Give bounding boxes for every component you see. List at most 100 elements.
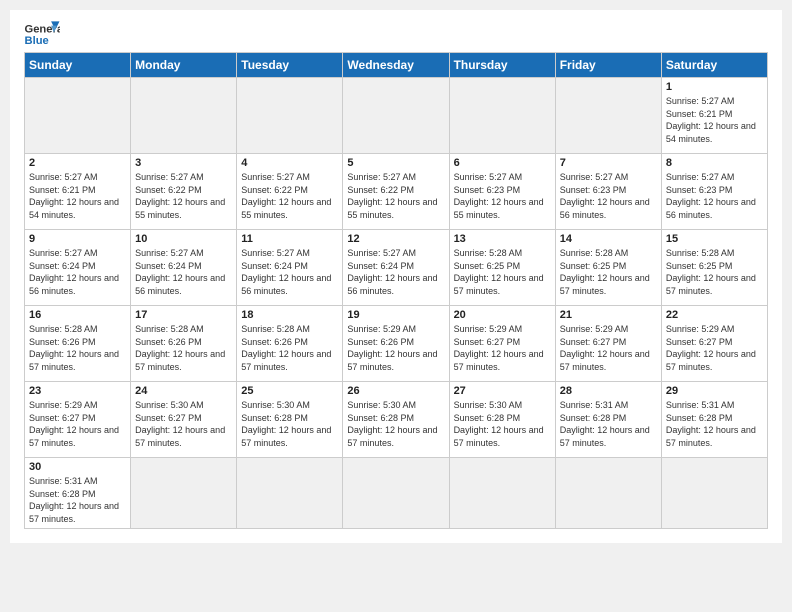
- day-info: Sunrise: 5:29 AMSunset: 6:27 PMDaylight:…: [29, 399, 126, 449]
- calendar-cell: [237, 78, 343, 154]
- calendar-container: General Blue SundayMondayTuesdayWednesda…: [10, 10, 782, 543]
- day-info: Sunrise: 5:27 AMSunset: 6:22 PMDaylight:…: [135, 171, 232, 221]
- day-info: Sunrise: 5:31 AMSunset: 6:28 PMDaylight:…: [560, 399, 657, 449]
- calendar-cell: 25 Sunrise: 5:30 AMSunset: 6:28 PMDayligh…: [237, 382, 343, 458]
- calendar-cell: [343, 78, 449, 154]
- day-info: Sunrise: 5:27 AMSunset: 6:21 PMDaylight:…: [29, 171, 126, 221]
- day-info: Sunrise: 5:29 AMSunset: 6:26 PMDaylight:…: [347, 323, 444, 373]
- day-info: Sunrise: 5:28 AMSunset: 6:25 PMDaylight:…: [454, 247, 551, 297]
- day-info: Sunrise: 5:29 AMSunset: 6:27 PMDaylight:…: [560, 323, 657, 373]
- day-info: Sunrise: 5:27 AMSunset: 6:23 PMDaylight:…: [560, 171, 657, 221]
- calendar-cell: 13 Sunrise: 5:28 AMSunset: 6:25 PMDayligh…: [449, 230, 555, 306]
- day-info: Sunrise: 5:31 AMSunset: 6:28 PMDaylight:…: [666, 399, 763, 449]
- day-info: Sunrise: 5:30 AMSunset: 6:28 PMDaylight:…: [241, 399, 338, 449]
- day-info: Sunrise: 5:27 AMSunset: 6:24 PMDaylight:…: [135, 247, 232, 297]
- day-number: 24: [135, 385, 232, 397]
- day-number: 20: [454, 309, 551, 321]
- day-number: 18: [241, 309, 338, 321]
- day-number: 8: [666, 157, 763, 169]
- day-number: 1: [666, 81, 763, 93]
- day-number: 14: [560, 233, 657, 245]
- calendar-cell: 18Sunrise: 5:28 AMSunset: 6:26 PMDayligh…: [237, 306, 343, 382]
- generalblue-logo-icon: General Blue: [24, 20, 60, 48]
- day-info: Sunrise: 5:30 AMSunset: 6:28 PMDaylight:…: [347, 399, 444, 449]
- calendar-cell: 27 Sunrise: 5:30 AMSunset: 6:28 PMDayligh…: [449, 382, 555, 458]
- day-info: Sunrise: 5:27 AMSunset: 6:24 PMDaylight:…: [29, 247, 126, 297]
- calendar-cell: 22Sunrise: 5:29 AMSunset: 6:27 PMDayligh…: [661, 306, 767, 382]
- calendar-cell: 3 Sunrise: 5:27 AMSunset: 6:22 PMDaylight…: [131, 154, 237, 230]
- calendar-cell: 11Sunrise: 5:27 AMSunset: 6:24 PMDayligh…: [237, 230, 343, 306]
- calendar-cell: 10 Sunrise: 5:27 AMSunset: 6:24 PMDayligh…: [131, 230, 237, 306]
- calendar-cell: [131, 78, 237, 154]
- calendar-cell: [661, 458, 767, 529]
- calendar-cell: 12Sunrise: 5:27 AMSunset: 6:24 PMDayligh…: [343, 230, 449, 306]
- calendar-table: SundayMondayTuesdayWednesdayThursdayFrid…: [24, 52, 768, 529]
- calendar-cell: 24 Sunrise: 5:30 AMSunset: 6:27 PMDayligh…: [131, 382, 237, 458]
- day-of-week-header: Tuesday: [237, 53, 343, 78]
- day-number: 19: [347, 309, 444, 321]
- calendar-cell: 16Sunrise: 5:28 AMSunset: 6:26 PMDayligh…: [25, 306, 131, 382]
- calendar-cell: 26Sunrise: 5:30 AMSunset: 6:28 PMDayligh…: [343, 382, 449, 458]
- day-number: 15: [666, 233, 763, 245]
- day-info: Sunrise: 5:27 AMSunset: 6:21 PMDaylight:…: [666, 95, 763, 145]
- day-info: Sunrise: 5:27 AMSunset: 6:24 PMDaylight:…: [241, 247, 338, 297]
- day-number: 29: [666, 385, 763, 397]
- calendar-cell: 29 Sunrise: 5:31 AMSunset: 6:28 PMDayligh…: [661, 382, 767, 458]
- day-info: Sunrise: 5:30 AMSunset: 6:27 PMDaylight:…: [135, 399, 232, 449]
- day-number: 28: [560, 385, 657, 397]
- day-number: 23: [29, 385, 126, 397]
- day-info: Sunrise: 5:27 AMSunset: 6:23 PMDaylight:…: [454, 171, 551, 221]
- calendar-cell: 17Sunrise: 5:28 AMSunset: 6:26 PMDayligh…: [131, 306, 237, 382]
- day-number: 25: [241, 385, 338, 397]
- day-number: 6: [454, 157, 551, 169]
- day-of-week-header: Friday: [555, 53, 661, 78]
- calendar-cell: 6 Sunrise: 5:27 AMSunset: 6:23 PMDaylight…: [449, 154, 555, 230]
- day-number: 27: [454, 385, 551, 397]
- day-of-week-header: Saturday: [661, 53, 767, 78]
- day-info: Sunrise: 5:28 AMSunset: 6:25 PMDaylight:…: [560, 247, 657, 297]
- calendar-cell: 4 Sunrise: 5:27 AMSunset: 6:22 PMDaylight…: [237, 154, 343, 230]
- day-of-week-header: Monday: [131, 53, 237, 78]
- calendar-cell: 1 Sunrise: 5:27 AMSunset: 6:21 PMDaylight…: [661, 78, 767, 154]
- day-number: 12: [347, 233, 444, 245]
- day-info: Sunrise: 5:27 AMSunset: 6:23 PMDaylight:…: [666, 171, 763, 221]
- day-of-week-header: Thursday: [449, 53, 555, 78]
- calendar-cell: [25, 78, 131, 154]
- calendar-cell: 20 Sunrise: 5:29 AMSunset: 6:27 PMDayligh…: [449, 306, 555, 382]
- day-number: 13: [454, 233, 551, 245]
- day-info: Sunrise: 5:29 AMSunset: 6:27 PMDaylight:…: [454, 323, 551, 373]
- day-number: 16: [29, 309, 126, 321]
- calendar-cell: [449, 458, 555, 529]
- day-number: 21: [560, 309, 657, 321]
- day-of-week-header: Wednesday: [343, 53, 449, 78]
- calendar-cell: 5Sunrise: 5:27 AMSunset: 6:22 PMDaylight…: [343, 154, 449, 230]
- day-number: 22: [666, 309, 763, 321]
- day-info: Sunrise: 5:30 AMSunset: 6:28 PMDaylight:…: [454, 399, 551, 449]
- day-number: 4: [241, 157, 338, 169]
- calendar-cell: 9 Sunrise: 5:27 AMSunset: 6:24 PMDaylight…: [25, 230, 131, 306]
- day-number: 30: [29, 461, 126, 473]
- calendar-cell: 15 Sunrise: 5:28 AMSunset: 6:25 PMDayligh…: [661, 230, 767, 306]
- calendar-cell: 30 Sunrise: 5:31 AMSunset: 6:28 PMDayligh…: [25, 458, 131, 529]
- day-number: 3: [135, 157, 232, 169]
- calendar-cell: 28 Sunrise: 5:31 AMSunset: 6:28 PMDayligh…: [555, 382, 661, 458]
- day-info: Sunrise: 5:27 AMSunset: 6:22 PMDaylight:…: [241, 171, 338, 221]
- day-number: 2: [29, 157, 126, 169]
- calendar-cell: 21 Sunrise: 5:29 AMSunset: 6:27 PMDayligh…: [555, 306, 661, 382]
- day-number: 17: [135, 309, 232, 321]
- day-number: 7: [560, 157, 657, 169]
- calendar-cell: [237, 458, 343, 529]
- calendar-cell: [555, 458, 661, 529]
- day-info: Sunrise: 5:27 AMSunset: 6:22 PMDaylight:…: [347, 171, 444, 221]
- calendar-cell: 19 Sunrise: 5:29 AMSunset: 6:26 PMDayligh…: [343, 306, 449, 382]
- calendar-header: General Blue: [24, 20, 768, 48]
- svg-text:Blue: Blue: [25, 35, 49, 47]
- day-number: 9: [29, 233, 126, 245]
- day-info: Sunrise: 5:28 AMSunset: 6:25 PMDaylight:…: [666, 247, 763, 297]
- calendar-header-row: SundayMondayTuesdayWednesdayThursdayFrid…: [25, 53, 768, 78]
- logo: General Blue: [24, 20, 60, 48]
- day-info: Sunrise: 5:31 AMSunset: 6:28 PMDaylight:…: [29, 475, 126, 525]
- day-number: 10: [135, 233, 232, 245]
- calendar-cell: 23 Sunrise: 5:29 AMSunset: 6:27 PMDayligh…: [25, 382, 131, 458]
- day-of-week-header: Sunday: [25, 53, 131, 78]
